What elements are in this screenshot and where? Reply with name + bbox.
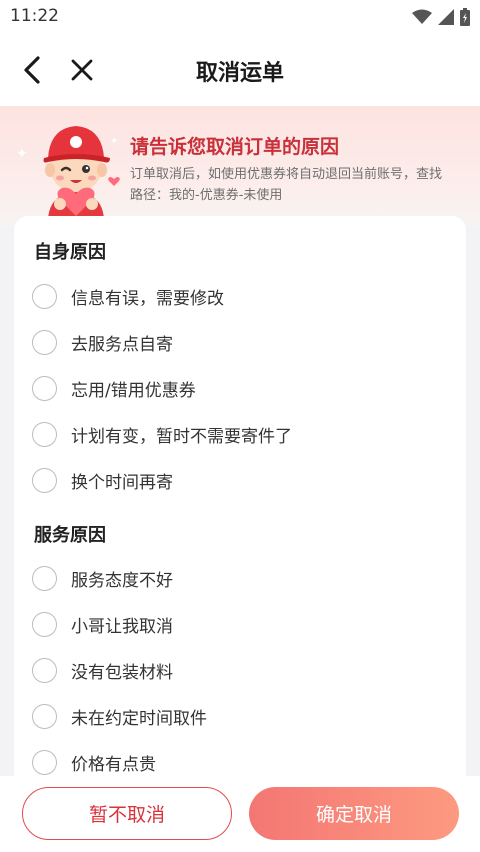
radio-button[interactable] (32, 375, 57, 401)
reason-option[interactable]: 忘用/错用优惠券 (32, 370, 452, 406)
confirm-cancel-button[interactable]: 确定取消 (249, 787, 459, 840)
sparkle-icon: ✦ (16, 146, 28, 162)
radio-button[interactable] (32, 611, 57, 637)
radio-button[interactable] (32, 657, 57, 683)
status-icons (412, 8, 470, 30)
reason-label: 计划有变，暂时不需要寄件了 (71, 426, 292, 447)
reasons-card: 自身原因 信息有误，需要修改 去服务点自寄 忘用/错用优惠券 计划有变，暂时不需… (14, 216, 466, 776)
footer-bar: 暂不取消 确定取消 (0, 776, 480, 852)
reason-label: 没有包装材料 (71, 662, 173, 683)
section-title-self: 自身原因 (34, 242, 106, 263)
reason-option[interactable]: 去服务点自寄 (32, 324, 452, 360)
reason-label: 信息有误，需要修改 (71, 288, 224, 309)
reason-option[interactable]: 没有包装材料 (32, 652, 452, 688)
reason-label: 小哥让我取消 (71, 616, 173, 637)
reason-option[interactable]: 计划有变，暂时不需要寄件了 (32, 416, 452, 452)
page-title: 取消运单 (195, 61, 284, 86)
reason-option[interactable]: 未在约定时间取件 (32, 698, 452, 734)
radio-button[interactable] (32, 467, 57, 493)
reason-label: 未在约定时间取件 (71, 708, 207, 729)
section-title-service: 服务原因 (34, 525, 106, 546)
reason-option[interactable]: 价格有点贵 (32, 744, 452, 776)
radio-button[interactable] (32, 703, 57, 729)
reason-label: 去服务点自寄 (71, 334, 173, 355)
signal-icon (438, 9, 454, 29)
radio-button[interactable] (32, 421, 57, 447)
reason-label: 价格有点贵 (71, 754, 156, 775)
courier-mascot-icon (30, 114, 122, 222)
battery-icon (460, 8, 470, 30)
wifi-icon (412, 9, 432, 29)
reason-option[interactable]: 服务态度不好 (32, 560, 452, 596)
reason-banner: ✦ ✦ 请告诉您取消订单的原因 订单取消后，如使用优惠券将自动退回当前账号，查找… (0, 106, 480, 226)
radio-button[interactable] (32, 283, 57, 309)
status-bar: 11:22 (0, 0, 480, 34)
radio-button[interactable] (32, 565, 57, 591)
banner-subtitle: 订单取消后，如使用优惠券将自动退回当前账号，查找路径：我的-优惠券-未使用 (130, 167, 443, 203)
nav-bar: 取消运单 (0, 34, 480, 106)
reason-option[interactable]: 换个时间再寄 (32, 462, 452, 498)
keep-order-button[interactable]: 暂不取消 (22, 787, 232, 840)
status-time: 11:22 (10, 6, 59, 26)
reason-option[interactable]: 小哥让我取消 (32, 606, 452, 642)
reason-label: 换个时间再寄 (71, 472, 173, 493)
radio-button[interactable] (32, 749, 57, 775)
reason-option[interactable]: 信息有误，需要修改 (32, 278, 452, 314)
reason-label: 忘用/错用优惠券 (71, 380, 196, 401)
reason-label: 服务态度不好 (71, 570, 173, 591)
banner-title: 请告诉您取消订单的原因 (130, 136, 340, 158)
radio-button[interactable] (32, 329, 57, 355)
